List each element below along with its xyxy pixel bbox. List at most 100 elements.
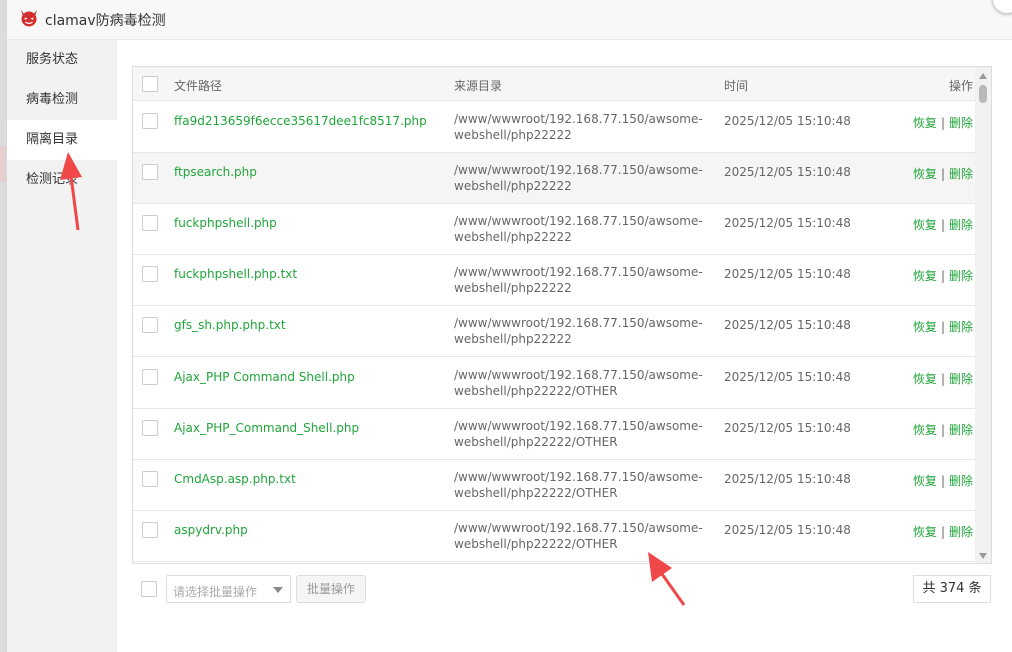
- file-name-link[interactable]: fuckphpshell.php: [174, 216, 277, 230]
- restore-link[interactable]: 恢复: [913, 423, 937, 437]
- action-separator: |: [940, 269, 945, 284]
- source-line: webshell/php22222/OTHER: [454, 485, 618, 500]
- row-actions: 恢复 | 删除: [913, 523, 973, 540]
- restore-link[interactable]: 恢复: [913, 474, 937, 488]
- row-actions: 恢复 | 删除: [913, 114, 973, 131]
- source-directory: /www/wwwroot/192.168.77.150/awsome-websh…: [454, 367, 704, 399]
- delete-link[interactable]: 删除: [949, 423, 973, 437]
- row-actions: 恢复 | 删除: [913, 267, 973, 284]
- row-checkbox[interactable]: [142, 317, 158, 334]
- dialog-titlebar: clamav防病毒检测: [7, 0, 1012, 40]
- source-directory: /www/wwwroot/192.168.77.150/awsome-websh…: [454, 213, 704, 245]
- table-row: aspydrv.php/www/wwwroot/192.168.77.150/a…: [133, 510, 977, 562]
- restore-link[interactable]: 恢复: [913, 372, 937, 386]
- table-row: fuckphpshell.php.txt/www/wwwroot/192.168…: [133, 255, 977, 307]
- source-line: /www/wwwroot/192.168.77.150/awsome-: [454, 520, 703, 535]
- table-row: CmdAsp.asp.php.txt/www/wwwroot/192.168.7…: [133, 459, 977, 511]
- row-checkbox[interactable]: [142, 164, 158, 181]
- action-separator: |: [940, 116, 945, 130]
- table-row: ffa9d213659f6ecce35617dee1fc8517.php/www…: [133, 102, 977, 153]
- quarantine-table: 文件路径 来源目录 时间 操作 ffa9d213659f6ecce35617de…: [132, 66, 992, 564]
- row-checkbox[interactable]: [142, 266, 158, 283]
- delete-link[interactable]: 删除: [949, 218, 973, 232]
- source-line: webshell/php22222: [454, 230, 572, 245]
- source-line: /www/wwwroot/192.168.77.150/awsome-: [454, 316, 703, 331]
- source-line: /www/wwwroot/192.168.77.150/awsome-: [454, 469, 703, 484]
- source-directory: /www/wwwroot/192.168.77.150/awsome-websh…: [454, 315, 704, 347]
- footer-select-checkbox[interactable]: [141, 581, 157, 597]
- source-directory: /www/wwwroot/192.168.77.150/awsome-websh…: [454, 418, 704, 450]
- batch-action-select[interactable]: 请选择批量操作: [166, 575, 291, 603]
- delete-link[interactable]: 删除: [949, 372, 973, 386]
- select-all-checkbox[interactable]: [142, 76, 158, 92]
- header-time: 时间: [724, 79, 749, 93]
- source-directory: /www/wwwroot/192.168.77.150/awsome-websh…: [454, 111, 704, 143]
- restore-link[interactable]: 恢复: [913, 116, 937, 130]
- delete-link[interactable]: 删除: [949, 474, 973, 488]
- row-checkbox[interactable]: [142, 113, 158, 129]
- scroll-up-icon[interactable]: [979, 73, 987, 79]
- delete-link[interactable]: 删除: [949, 269, 973, 283]
- source-line: /www/wwwroot/192.168.77.150/awsome-: [454, 265, 703, 280]
- action-separator: |: [940, 218, 945, 233]
- main-content: 文件路径 来源目录 时间 操作 ffa9d213659f6ecce35617de…: [117, 40, 1007, 652]
- action-separator: |: [940, 524, 945, 539]
- file-name-link[interactable]: Ajax_PHP_Command_Shell.php: [174, 421, 359, 435]
- scroll-thumb[interactable]: [979, 85, 987, 103]
- row-checkbox[interactable]: [142, 368, 158, 385]
- file-name-link[interactable]: ftpsearch.php: [174, 165, 257, 179]
- file-name-link[interactable]: ffa9d213659f6ecce35617dee1fc8517.php: [174, 114, 427, 128]
- total-count: 共 374 条: [913, 575, 991, 603]
- header-source-dir: 来源目录: [454, 79, 503, 93]
- quarantine-time: 2025/12/05 15:10:48: [724, 471, 851, 486]
- file-name-link[interactable]: aspydrv.php: [174, 523, 248, 537]
- delete-link[interactable]: 删除: [949, 167, 973, 181]
- quarantine-time: 2025/12/05 15:10:48: [724, 420, 851, 435]
- quarantine-time: 2025/12/05 15:10:48: [724, 114, 851, 128]
- clamav-dialog: clamav防病毒检测 服务状态 病毒检测 隔离目录 检测记录 文件路径 来源目…: [6, 0, 1012, 652]
- header-file-path: 文件路径: [174, 79, 223, 93]
- file-name-link[interactable]: CmdAsp.asp.php.txt: [174, 472, 296, 486]
- delete-link[interactable]: 删除: [949, 320, 973, 334]
- quarantine-time: 2025/12/05 15:10:48: [724, 318, 851, 333]
- source-line: webshell/php22222/OTHER: [454, 434, 618, 449]
- source-directory: /www/wwwroot/192.168.77.150/awsome-websh…: [454, 264, 704, 296]
- table-scrollbar[interactable]: [975, 67, 991, 563]
- action-separator: |: [940, 371, 945, 386]
- sidebar-item-service-status[interactable]: 服务状态: [7, 40, 117, 80]
- table-row: Ajax_PHP Command Shell.php/www/wwwroot/1…: [133, 357, 977, 409]
- row-actions: 恢复 | 删除: [913, 370, 973, 387]
- quarantine-time: 2025/12/05 15:10:48: [724, 522, 851, 537]
- source-line: /www/wwwroot/192.168.77.150/awsome-: [454, 163, 703, 178]
- restore-link[interactable]: 恢复: [913, 525, 937, 539]
- table-row: gfs_sh.php.php.txt/www/wwwroot/192.168.7…: [133, 306, 977, 358]
- file-name-link[interactable]: fuckphpshell.php.txt: [174, 267, 297, 281]
- table-row: fuckphpshell.php/www/wwwroot/192.168.77.…: [133, 204, 977, 256]
- quarantine-time: 2025/12/05 15:10:48: [724, 216, 851, 231]
- source-line: webshell/php22222/OTHER: [454, 383, 618, 398]
- row-checkbox[interactable]: [142, 215, 158, 232]
- row-actions: 恢复 | 删除: [913, 216, 973, 233]
- file-name-link[interactable]: gfs_sh.php.php.txt: [174, 318, 286, 332]
- dialog-title: clamav防病毒检测: [45, 13, 166, 29]
- delete-link[interactable]: 删除: [949, 525, 973, 539]
- batch-action-button[interactable]: 批量操作: [296, 575, 366, 603]
- row-checkbox[interactable]: [142, 470, 158, 487]
- table-row: Ajax_PHP_Command_Shell.php/www/wwwroot/1…: [133, 408, 977, 460]
- source-line: webshell/php22222: [454, 332, 572, 347]
- row-actions: 恢复 | 删除: [913, 165, 973, 182]
- restore-link[interactable]: 恢复: [913, 218, 937, 232]
- delete-link[interactable]: 删除: [949, 116, 973, 130]
- quarantine-time: 2025/12/05 15:10:48: [724, 165, 851, 180]
- row-checkbox[interactable]: [142, 419, 158, 436]
- row-checkbox[interactable]: [142, 521, 158, 538]
- restore-link[interactable]: 恢复: [913, 320, 937, 334]
- sidebar-item-virus-scan[interactable]: 病毒检测: [7, 80, 117, 120]
- restore-link[interactable]: 恢复: [913, 269, 937, 283]
- sidebar: 服务状态 病毒检测 隔离目录 检测记录: [7, 40, 117, 652]
- restore-link[interactable]: 恢复: [913, 167, 937, 181]
- source-line: /www/wwwroot/192.168.77.150/awsome-: [454, 418, 703, 433]
- action-separator: |: [940, 422, 945, 437]
- scroll-down-icon[interactable]: [979, 553, 987, 559]
- file-name-link[interactable]: Ajax_PHP Command Shell.php: [174, 370, 355, 384]
